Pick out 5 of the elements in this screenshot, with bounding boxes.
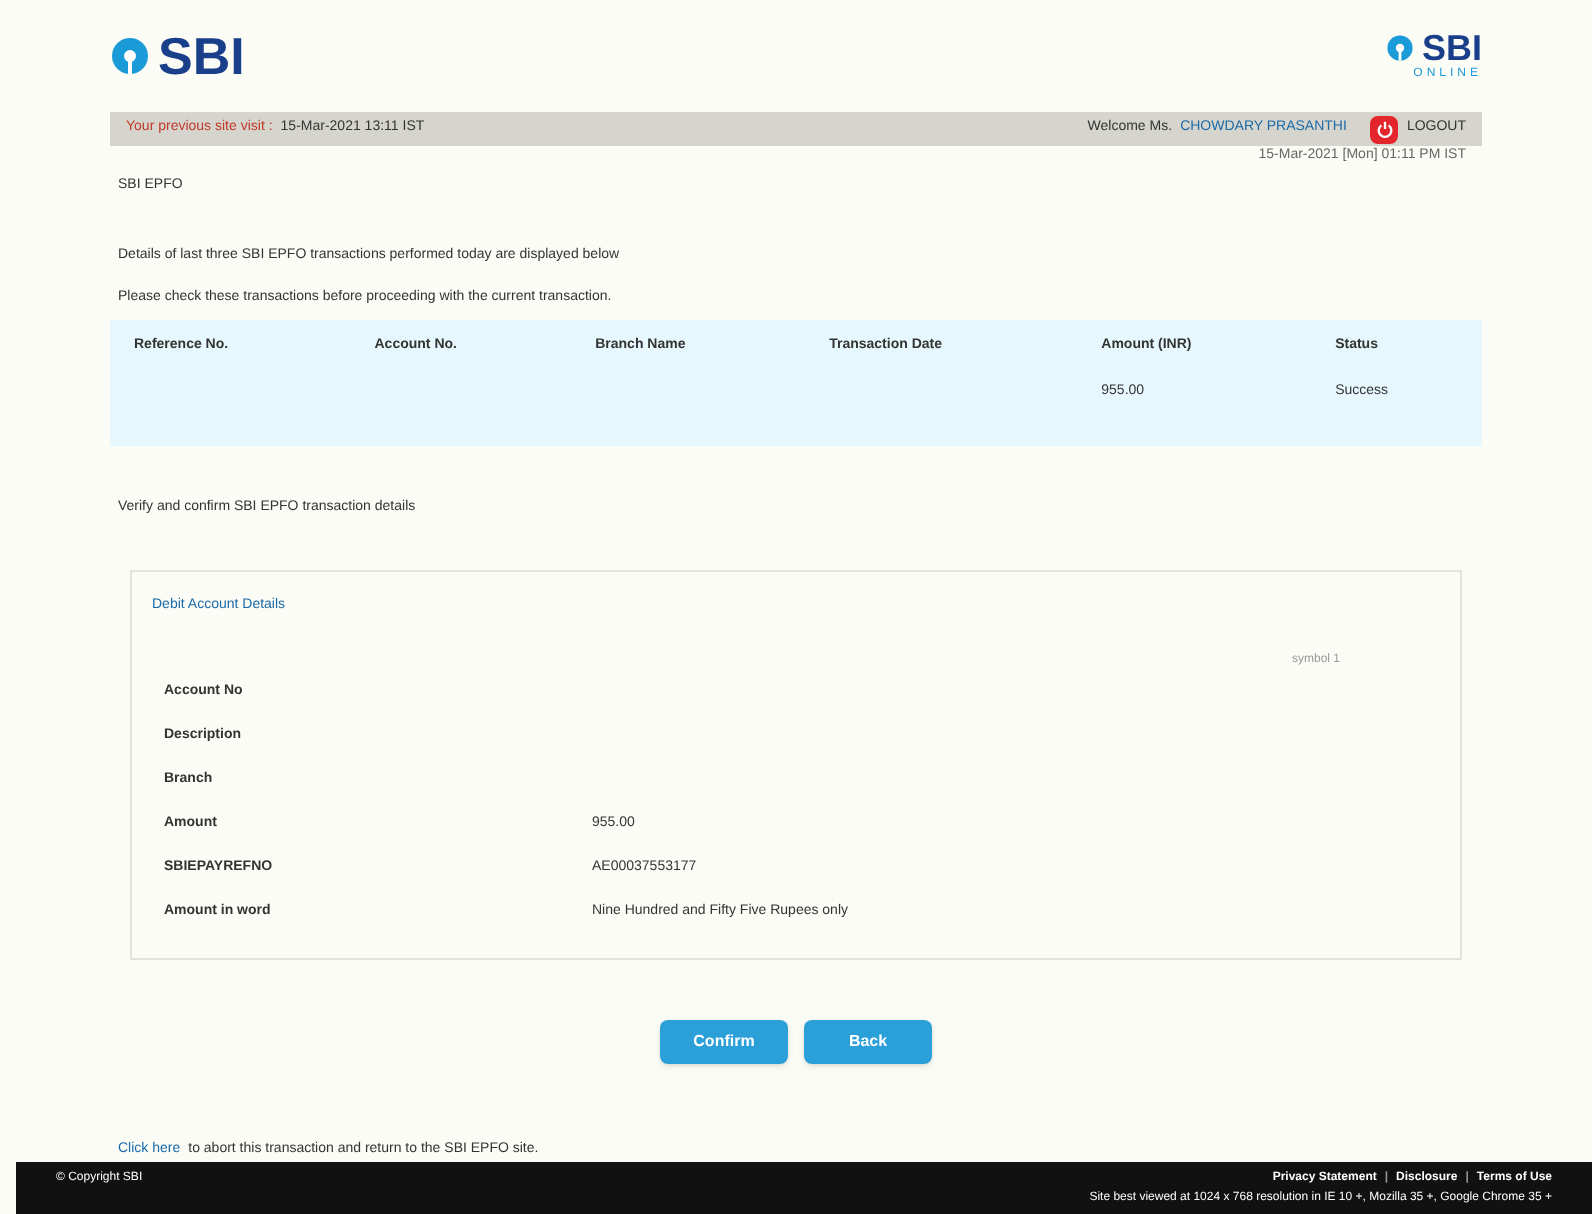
keyhole-logo-icon [110,36,150,76]
sbi-logo-text: SBI [1421,29,1482,65]
sbi-logo-text: SBI [158,23,245,89]
power-icon [1375,120,1394,138]
keyhole-logo-icon [1385,33,1414,61]
